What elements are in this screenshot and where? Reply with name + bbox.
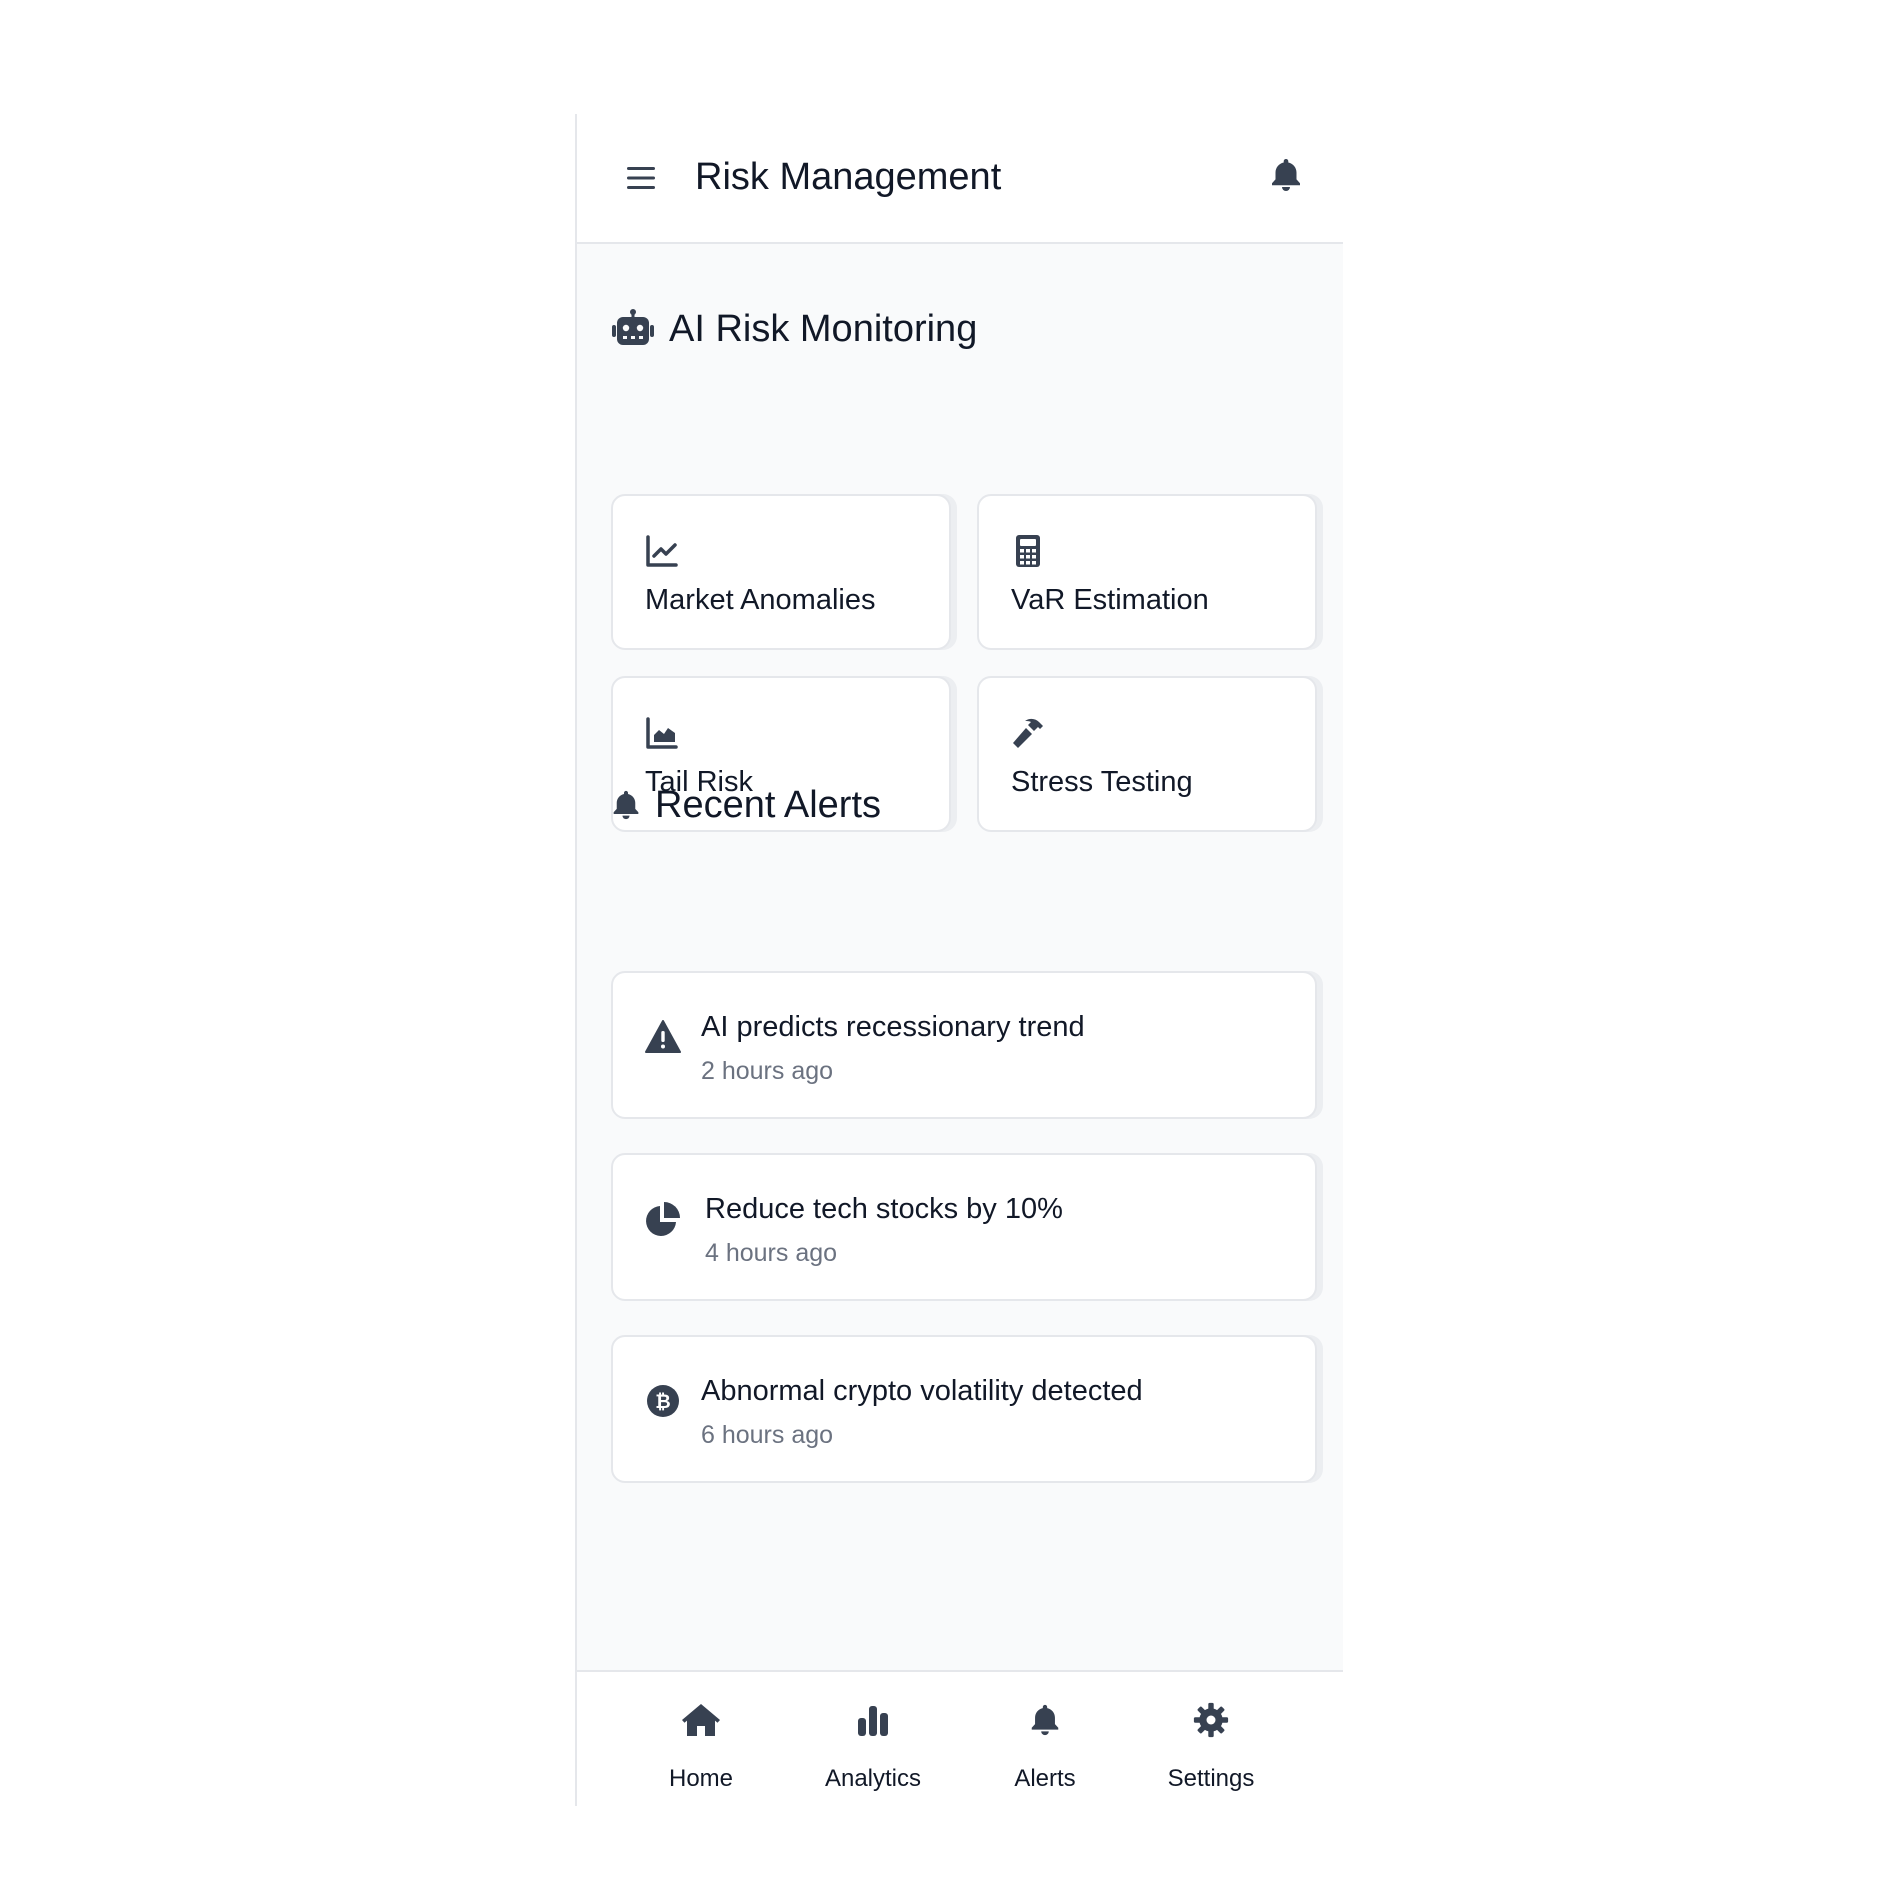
bar-chart-icon <box>858 1706 888 1736</box>
alert-title: Reduce tech stocks by 10% <box>705 1193 1063 1225</box>
section-title-text: Recent Alerts <box>655 784 881 826</box>
bell-icon <box>1031 1704 1059 1736</box>
var-estimation-card[interactable]: VaR Estimation <box>977 494 1317 650</box>
app-header: Risk Management <box>577 114 1343 244</box>
alert-title: Abnormal crypto volatility detected <box>701 1375 1143 1407</box>
svg-text:₿: ₿ <box>655 1391 670 1413</box>
warning-triangle-icon <box>645 1020 681 1053</box>
mobile-app-frame: Risk Management AI Risk Monitoring Marke… <box>575 114 1343 1806</box>
hamburger-menu-icon[interactable] <box>625 162 657 194</box>
home-icon <box>682 1704 720 1736</box>
card-label: Market Anomalies <box>645 584 876 616</box>
nav-label: Settings <box>1167 1765 1255 1792</box>
alert-title: AI predicts recessionary trend <box>701 1011 1085 1043</box>
pie-chart-icon <box>646 1202 680 1236</box>
nav-settings[interactable]: Settings <box>1153 1672 1269 1806</box>
gear-icon <box>1193 1702 1229 1738</box>
section-title-text: AI Risk Monitoring <box>669 308 978 350</box>
ai-monitoring-section-title: AI Risk Monitoring <box>611 304 977 354</box>
nav-label: Home <box>668 1765 734 1792</box>
nav-home[interactable]: Home <box>653 1672 749 1806</box>
alert-time: 6 hours ago <box>701 1421 834 1449</box>
recent-alerts-section-title: Recent Alerts <box>611 780 881 830</box>
alert-time: 2 hours ago <box>701 1057 834 1085</box>
bottom-navigation: Home Analytics Alerts Settings <box>577 1670 1343 1806</box>
card-label: VaR Estimation <box>1011 584 1209 616</box>
calculator-icon <box>1016 535 1040 567</box>
bell-icon[interactable] <box>1269 156 1303 194</box>
robot-icon <box>612 309 654 345</box>
stress-testing-card[interactable]: Stress Testing <box>977 676 1317 832</box>
alert-time: 4 hours ago <box>705 1239 838 1267</box>
nav-alerts[interactable]: Alerts <box>997 1672 1093 1806</box>
alert-item[interactable]: AI predicts recessionary trend 2 hours a… <box>611 971 1317 1119</box>
nav-analytics[interactable]: Analytics <box>815 1672 931 1806</box>
bitcoin-icon: ₿ <box>647 1385 679 1417</box>
bell-icon <box>613 790 639 820</box>
alert-item[interactable]: ₿ Abnormal crypto volatility detected 6 … <box>611 1335 1317 1483</box>
nav-label: Analytics <box>824 1765 922 1792</box>
alert-item[interactable]: Reduce tech stocks by 10% 4 hours ago <box>611 1153 1317 1301</box>
hammer-icon <box>1013 718 1043 748</box>
market-anomalies-card[interactable]: Market Anomalies <box>611 494 951 650</box>
area-chart-icon <box>646 717 678 749</box>
main-content: AI Risk Monitoring Market Anomalies VaR … <box>577 244 1343 1670</box>
nav-label: Alerts <box>1014 1765 1076 1792</box>
page-title: Risk Management <box>695 156 1002 198</box>
line-chart-icon <box>646 535 678 567</box>
card-label: Stress Testing <box>1011 766 1193 798</box>
